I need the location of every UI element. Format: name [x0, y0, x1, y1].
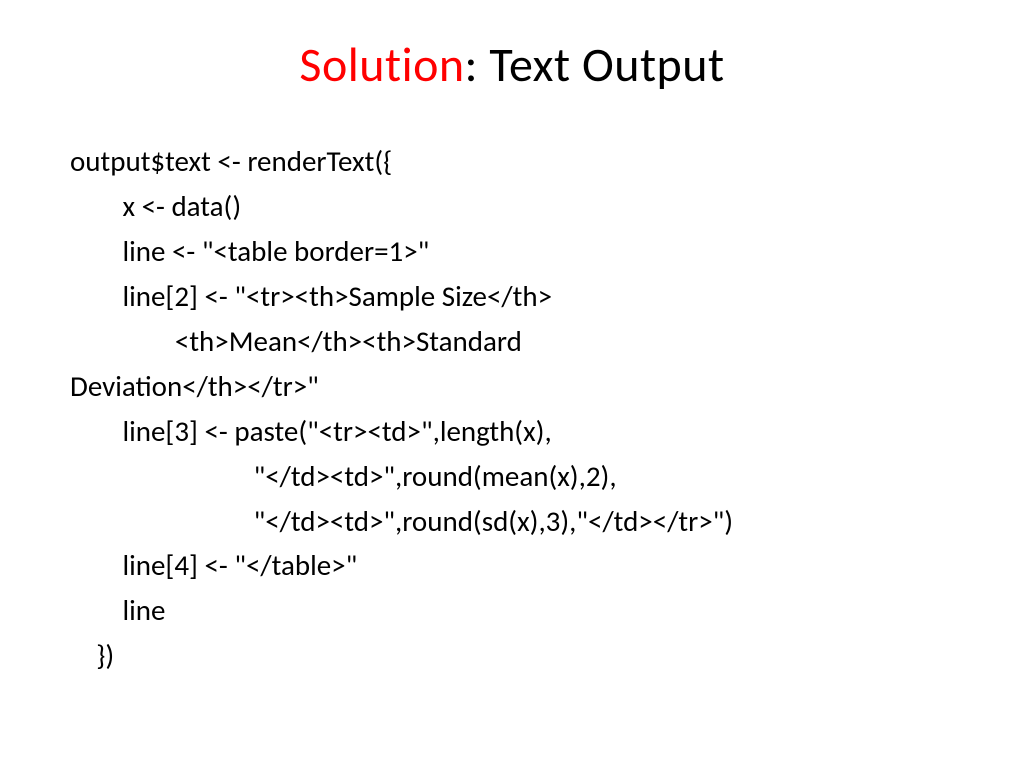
code-line: }) [70, 633, 964, 678]
code-line: output$text <- renderText({ [70, 139, 964, 184]
slide-container: Solution: Text Output output$text <- ren… [0, 0, 1024, 768]
code-line: Deviation</th></tr>" [70, 364, 964, 409]
title-highlight: Solution [299, 35, 464, 94]
code-line: line[3] <- paste("<tr><td>",length(x), [70, 409, 964, 454]
code-line: x <- data() [70, 184, 964, 229]
code-block: output$text <- renderText({ x <- data() … [60, 139, 964, 678]
title-rest: : Text Output [465, 35, 725, 94]
code-line: line[2] <- "<tr><th>Sample Size</th> [70, 274, 964, 319]
code-line: line[4] <- "</table>" [70, 543, 964, 588]
code-line: line [70, 588, 964, 633]
code-line: <th>Mean</th><th>Standard [70, 319, 964, 364]
code-line: line <- "<table border=1>" [70, 229, 964, 274]
code-line: "</td><td>",round(sd(x),3),"</td></tr>") [70, 499, 964, 544]
code-line: "</td><td>",round(mean(x),2), [70, 454, 964, 499]
slide-title: Solution: Text Output [60, 35, 964, 94]
